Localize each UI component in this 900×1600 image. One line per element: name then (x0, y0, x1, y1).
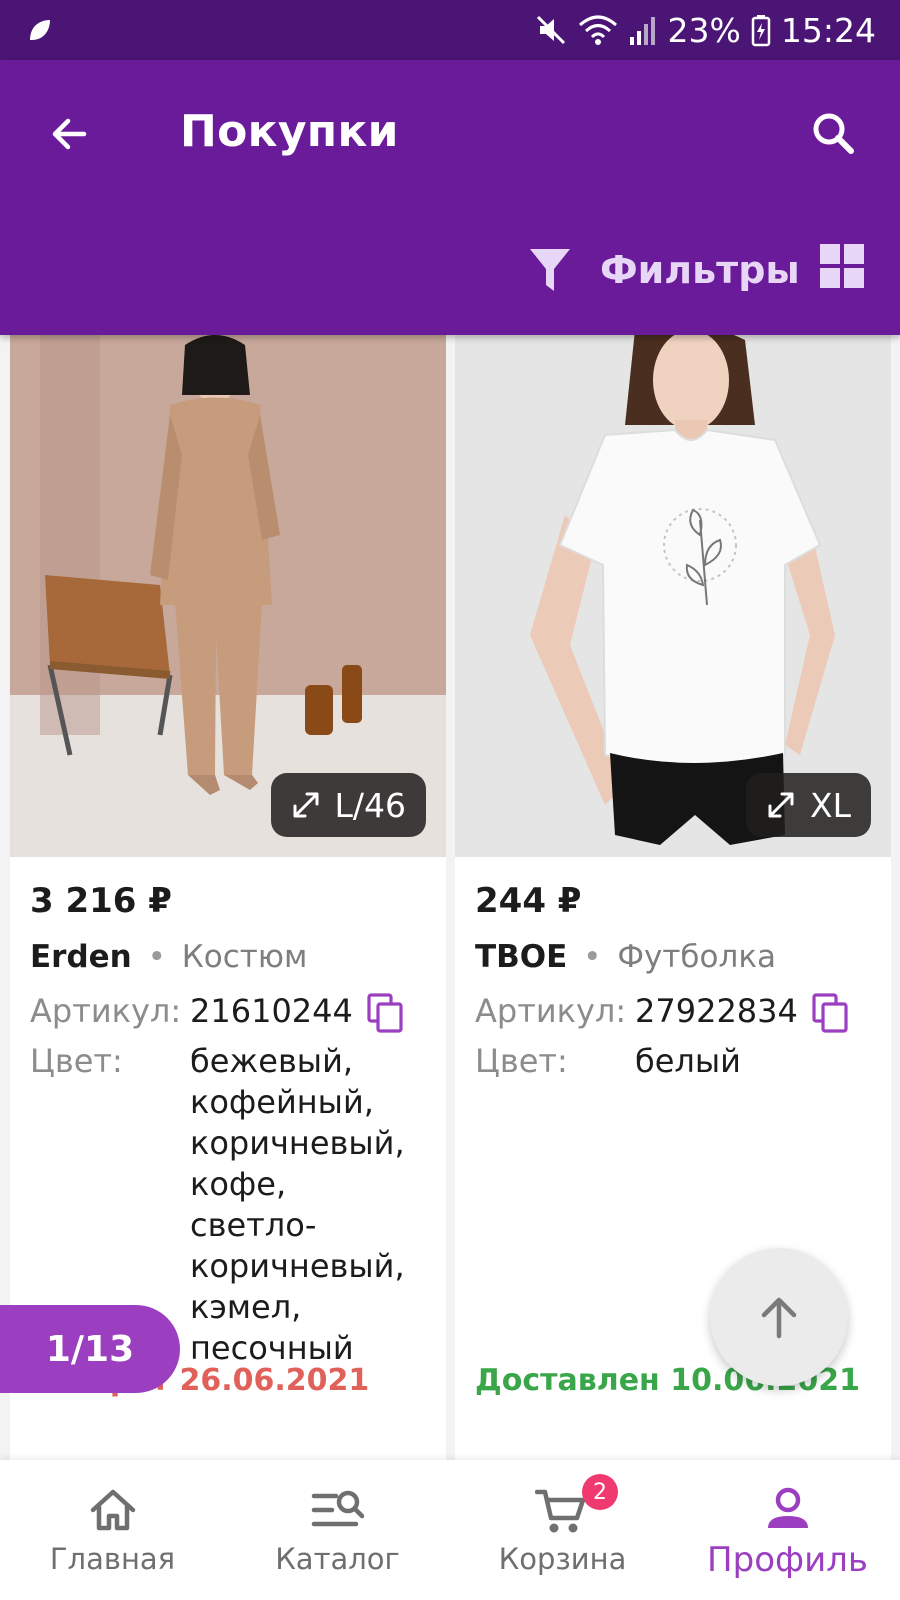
color-line: бежевый, (190, 1042, 354, 1080)
article-number: 27922834 (635, 992, 798, 1030)
brand-separator: • (147, 939, 166, 975)
filter-funnel-icon (530, 249, 570, 291)
wifi-icon (578, 15, 617, 45)
filters-label: Фильтры (600, 248, 800, 292)
filters-button[interactable]: Фильтры (528, 240, 800, 300)
signal-icon (629, 17, 655, 45)
nav-item-cart[interactable]: 2 Корзина (450, 1460, 675, 1600)
article-row: Артикул: 21610244 (30, 991, 432, 1033)
app-bar: Покупки Фильтры (0, 60, 900, 335)
price: 3 216 ₽ (30, 881, 172, 921)
bottom-navigation: Главная Каталог 2 Корзина Профиль (0, 1460, 900, 1600)
home-icon (90, 1489, 135, 1531)
profile-icon (767, 1487, 808, 1528)
product-photo[interactable]: XL (455, 335, 891, 857)
mute-icon (536, 15, 565, 45)
color-label: Цвет: (475, 1042, 568, 1080)
nav-label-catalog: Каталог (275, 1542, 400, 1576)
price: 244 ₽ (475, 881, 582, 921)
brand-separator: • (583, 939, 602, 975)
back-arrow-icon[interactable] (40, 104, 100, 164)
color-line: песочный (190, 1329, 354, 1367)
color-value: белый (635, 1042, 741, 1080)
nav-label-cart: Корзина (498, 1542, 627, 1576)
color-line: кофейный, (190, 1083, 374, 1121)
size-chip[interactable]: L/46 (270, 773, 426, 837)
color-line: светло- (190, 1206, 317, 1244)
nav-item-profile[interactable]: Профиль (675, 1460, 900, 1600)
color-value: бежевый, кофейный, коричневый, кофе, све… (190, 1041, 405, 1369)
product-kind: Футболка (617, 939, 777, 975)
battery-icon (751, 15, 771, 47)
size-chip[interactable]: XL (746, 773, 871, 837)
cart-count-badge: 2 (582, 1474, 618, 1510)
arrow-up-icon (761, 1297, 797, 1339)
color-line: коричневый, (190, 1124, 405, 1162)
brand-name[interactable]: TBOE (475, 939, 567, 975)
page-counter: 1/13 (0, 1305, 180, 1393)
brand-line: TBOE • Футболка (475, 939, 877, 983)
search-icon[interactable] (804, 104, 864, 164)
status-bar: 23% 15:24 (0, 0, 900, 60)
clock: 15:24 (780, 10, 876, 50)
copy-icon[interactable] (365, 993, 405, 1033)
article-number: 21610244 (190, 992, 353, 1030)
expand-arrows-icon (293, 792, 318, 818)
expand-arrows-icon (768, 792, 794, 818)
catalog-icon (311, 1490, 364, 1527)
nav-item-home[interactable]: Главная (0, 1460, 225, 1600)
page-title: Покупки (180, 106, 399, 157)
size-label: L/46 (334, 785, 407, 825)
grid-view-icon[interactable] (818, 242, 866, 290)
brand-line: Erden • Костюм (30, 939, 432, 983)
copy-icon[interactable] (810, 993, 850, 1033)
article-row: Артикул: 27922834 (475, 991, 877, 1033)
product-info: 244 ₽ TBOE • Футболка Артикул: 27922834 … (475, 857, 877, 1082)
brand-name[interactable]: Erden (30, 939, 132, 975)
nav-label-home: Главная (49, 1542, 176, 1576)
color-line: коричневый, (190, 1247, 405, 1285)
color-line: кэмел, (190, 1288, 302, 1326)
nav-label-profile: Профиль (707, 1540, 868, 1580)
nav-item-catalog[interactable]: Каталог (225, 1460, 450, 1600)
notification-leaf-icon (30, 20, 50, 40)
article-label: Артикул: (30, 992, 182, 1030)
scroll-to-top-button[interactable] (710, 1248, 848, 1386)
color-row: Цвет: белый (475, 1041, 877, 1082)
product-photo[interactable]: L/46 (10, 335, 446, 857)
product-card[interactable]: L/46 3 216 ₽ Erden • Костюм Артикул: 216… (10, 335, 446, 1460)
size-label: XL (810, 785, 851, 825)
article-label: Артикул: (475, 992, 627, 1030)
product-kind: Костюм (181, 939, 308, 975)
battery-percent: 23% (667, 10, 741, 50)
product-info: 3 216 ₽ Erden • Костюм Артикул: 21610244… (30, 857, 432, 1369)
color-line: кофе, (190, 1165, 287, 1203)
